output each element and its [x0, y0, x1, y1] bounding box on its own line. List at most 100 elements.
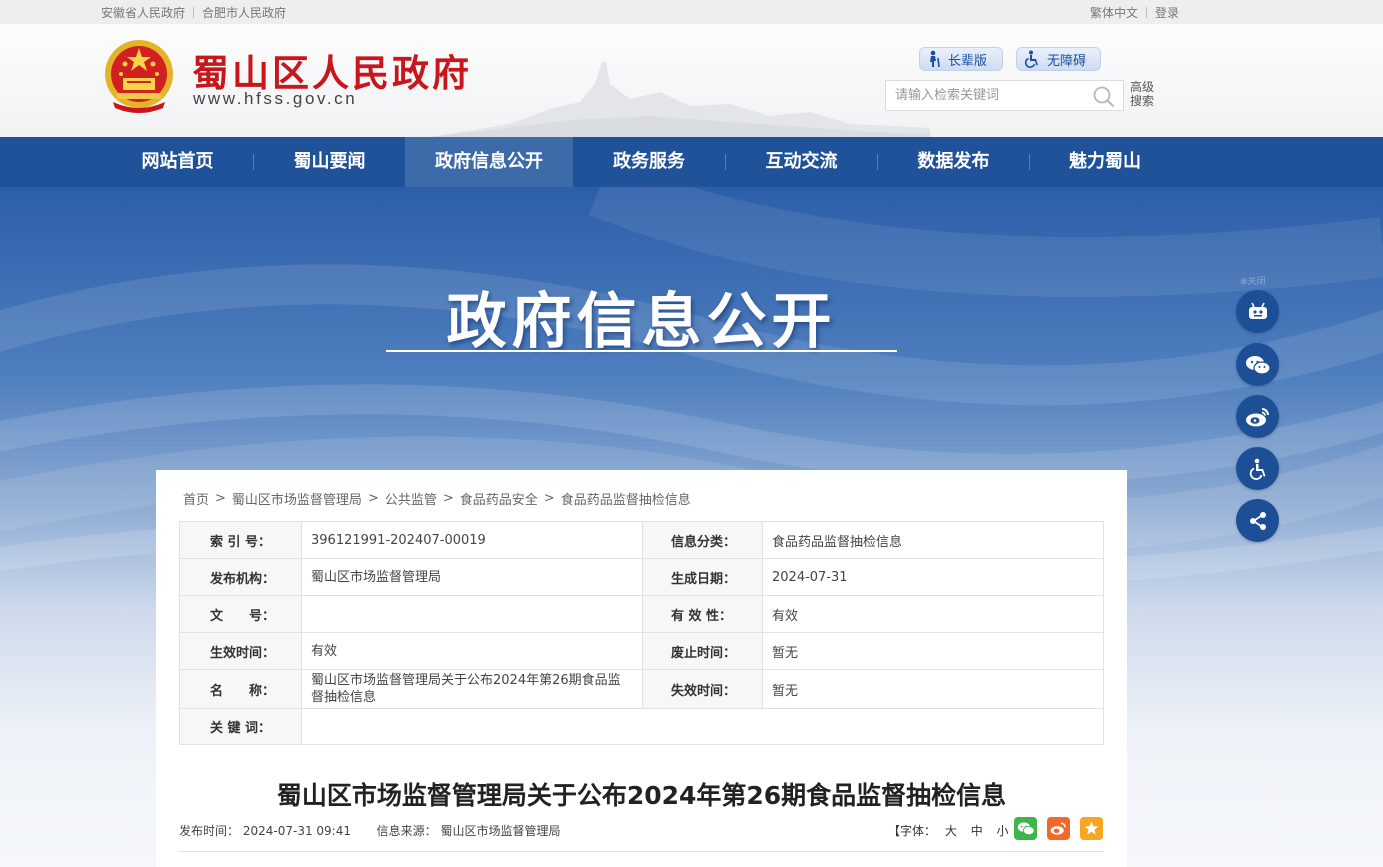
wechat-icon [1245, 355, 1271, 375]
meta-key: 废止时间： [642, 632, 763, 670]
table-row: 名 称： 蜀山区市场监督管理局关于公布2024年第26期食品监督抽检信息 失效时… [179, 669, 1104, 709]
meta-key: 发布机构： [179, 558, 302, 596]
breadcrumb-separator: > [442, 491, 454, 506]
table-row: 关 键 词： [179, 708, 1104, 745]
breadcrumb-public-supervision[interactable]: 公共监管 [385, 489, 437, 508]
meta-value: 暂无 [762, 632, 1104, 670]
source-label: 信息来源： [376, 824, 437, 838]
breadcrumb-separator: > [543, 491, 555, 506]
nav-item-charm[interactable]: 魅力蜀山 [1030, 137, 1180, 187]
advanced-search-link[interactable]: 高级搜索 [1130, 80, 1160, 108]
search-input[interactable] [886, 81, 1091, 110]
table-row: 索 引 号： 396121991-202407-00019 信息分类： 食品药品… [179, 521, 1104, 559]
meta-key: 名 称： [179, 669, 302, 709]
nav-item-data[interactable]: 数据发布 [878, 137, 1029, 187]
robot-icon [1248, 302, 1267, 319]
nav-item-news[interactable]: 蜀山要闻 [254, 137, 405, 187]
wheelchair-icon [1249, 458, 1265, 480]
accessibility-side-button[interactable] [1236, 447, 1279, 490]
nav-item-interaction[interactable]: 互动交流 [726, 137, 877, 187]
table-row: 发布机构： 蜀山区市场监督管理局 生成日期： 2024-07-31 [179, 558, 1104, 596]
national-emblem-logo[interactable] [103, 38, 175, 114]
elder-icon [930, 50, 940, 68]
meta-value [301, 708, 1104, 745]
side-tools-close[interactable]: ⊗关闭 [1240, 274, 1266, 287]
meta-key: 关 键 词： [179, 708, 302, 745]
traditional-chinese-link[interactable]: 繁体中文 [1090, 4, 1138, 21]
nav-item-gov-info[interactable]: 政府信息公开 [405, 137, 573, 187]
publish-time: 2024-07-31 09:41 [242, 824, 351, 838]
top-links-right: 繁体中文 登录 [1090, 4, 1179, 21]
breadcrumb-home[interactable]: 首页 [183, 489, 209, 508]
document-title: 蜀山区市场监督管理局关于公布2024年第26期食品监督抽检信息 [276, 781, 1007, 810]
meta-value [301, 595, 643, 633]
content-card: 首页 > 蜀山区市场监督管理局 > 公共监管 > 食品药品安全 > 食品药品监督… [156, 470, 1127, 867]
source-value: 蜀山区市场监督管理局 [440, 824, 561, 838]
wheelchair-icon [1024, 50, 1038, 68]
meta-value: 暂无 [762, 669, 1104, 709]
share-favorite-button[interactable] [1080, 817, 1103, 840]
accessibility-button[interactable]: 无障碍 [1016, 47, 1101, 71]
divider [193, 7, 195, 18]
wechat-icon [1017, 822, 1035, 836]
breadcrumb-current[interactable]: 食品药品监督抽检信息 [561, 489, 691, 508]
meta-value: 有效 [762, 595, 1104, 633]
wechat-button[interactable] [1236, 343, 1279, 386]
robot-assistant-button[interactable] [1236, 290, 1279, 333]
divider [1146, 7, 1148, 18]
share-weibo-button[interactable] [1047, 817, 1070, 840]
table-row: 文 号： 有 效 性： 有效 [179, 595, 1104, 633]
login-link[interactable]: 登录 [1155, 4, 1179, 21]
meta-key: 文 号： [179, 595, 302, 633]
breadcrumb-bureau[interactable]: 蜀山区市场监督管理局 [232, 489, 362, 508]
meta-key: 索 引 号： [179, 521, 302, 559]
search-icon[interactable] [1092, 85, 1116, 109]
font-size-small[interactable]: 小 [997, 824, 1009, 838]
site-header: 蜀山区人民政府 www.hfss.gov.cn 长辈版 无障碍 高级搜索 [0, 24, 1383, 137]
banner-underline [386, 350, 897, 352]
meta-value: 有效 [301, 632, 643, 670]
weibo-icon [1245, 407, 1269, 426]
meta-value: 2024-07-31 [762, 558, 1104, 596]
meta-value: 蜀山区市场监督管理局 [301, 558, 643, 596]
breadcrumb-separator: > [367, 491, 379, 506]
meta-key: 生成日期： [642, 558, 763, 596]
side-close-label: 关闭 [1247, 277, 1266, 287]
search-box [885, 80, 1124, 111]
table-row: 生效时间： 有效 废止时间： 暂无 [179, 632, 1104, 670]
font-size-medium[interactable]: 中 [971, 824, 983, 838]
font-size-large[interactable]: 大 [945, 824, 957, 838]
elder-version-label: 长辈版 [948, 53, 988, 69]
meta-key: 信息分类： [642, 521, 763, 559]
link-hefei-gov[interactable]: 合肥市人民政府 [202, 4, 286, 21]
nav-item-services[interactable]: 政务服务 [573, 137, 725, 187]
meta-value: 蜀山区市场监督管理局关于公布2024年第26期食品监督抽检信息 [301, 669, 643, 709]
info-meta-table: 索 引 号： 396121991-202407-00019 信息分类： 食品药品… [179, 521, 1104, 745]
mountain-background-illustration [430, 62, 930, 137]
share-button[interactable] [1236, 499, 1279, 542]
link-anhui-gov[interactable]: 安徽省人民政府 [101, 4, 185, 21]
share-wechat-button[interactable] [1014, 817, 1037, 840]
share-icon [1249, 511, 1266, 530]
content-divider [179, 851, 1104, 852]
weibo-icon [1050, 822, 1066, 835]
breadcrumb-food-drug-safety[interactable]: 食品药品安全 [460, 489, 538, 508]
weibo-button[interactable] [1236, 395, 1279, 438]
breadcrumb-separator: > [215, 491, 226, 506]
meta-key: 生效时间： [179, 632, 302, 670]
meta-key: 失效时间： [642, 669, 763, 709]
meta-value: 食品药品监督抽检信息 [762, 521, 1104, 559]
publish-time-label: 发布时间： [179, 824, 240, 838]
top-links-left: 安徽省人民政府 合肥市人民政府 [101, 4, 286, 21]
site-url: www.hfss.gov.cn [193, 89, 358, 108]
meta-value: 396121991-202407-00019 [301, 521, 643, 559]
font-label: 【字体： [888, 824, 937, 838]
banner-title: 政府信息公开 [446, 287, 837, 357]
top-utility-bar: 安徽省人民政府 合肥市人民政府 繁体中文 登录 [0, 0, 1383, 24]
nav-item-home[interactable]: 网站首页 [102, 137, 253, 187]
elder-version-button[interactable]: 长辈版 [919, 47, 1003, 71]
breadcrumb: 首页 > 蜀山区市场监督管理局 > 公共监管 > 食品药品安全 > 食品药品监督… [183, 489, 691, 508]
document-meta: 发布时间： 2024-07-31 09:41 信息来源： 蜀山区市场监督管理局 [179, 822, 561, 839]
main-nav: 网站首页 蜀山要闻 政府信息公开 政务服务 互动交流 数据发布 魅力蜀山 [0, 137, 1383, 187]
meta-key: 有 效 性： [642, 595, 763, 633]
